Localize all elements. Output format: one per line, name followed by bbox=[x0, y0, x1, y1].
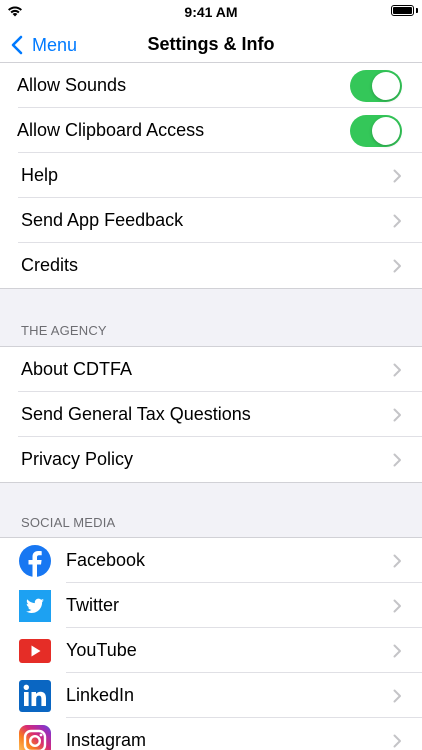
chevron-right-icon bbox=[393, 554, 401, 568]
credits-row[interactable]: Credits bbox=[0, 243, 422, 288]
twitter-label: Twitter bbox=[66, 595, 120, 615]
youtube-icon bbox=[19, 635, 51, 667]
facebook-label: Facebook bbox=[66, 550, 146, 570]
agency-group: About CDTFA Send General Tax Questions P… bbox=[0, 346, 422, 483]
linkedin-icon bbox=[19, 679, 51, 712]
chevron-right-icon bbox=[393, 734, 401, 748]
allow-clipboard-row: Allow Clipboard Access bbox=[0, 108, 422, 153]
privacy-policy-label: Privacy Policy bbox=[21, 449, 134, 469]
chevron-right-icon bbox=[393, 169, 401, 183]
help-label: Help bbox=[21, 165, 59, 185]
navigation-bar: Menu Settings & Info bbox=[0, 24, 422, 66]
credits-label: Credits bbox=[21, 255, 79, 275]
facebook-icon bbox=[19, 544, 51, 577]
battery-icon bbox=[391, 5, 414, 16]
send-tax-questions-label: Send General Tax Questions bbox=[21, 404, 251, 424]
about-cdtfa-label: About CDTFA bbox=[21, 359, 133, 379]
social-section-header: SOCIAL MEDIA bbox=[21, 515, 116, 530]
chevron-right-icon bbox=[393, 408, 401, 422]
send-app-feedback-label: Send App Feedback bbox=[21, 210, 184, 230]
status-time: 9:41 AM bbox=[184, 4, 238, 20]
linkedin-row[interactable]: LinkedIn bbox=[0, 673, 422, 718]
status-bar: 9:41 AM bbox=[0, 0, 422, 24]
chevron-right-icon bbox=[393, 453, 401, 467]
allow-sounds-row: Allow Sounds bbox=[0, 63, 422, 108]
twitter-icon bbox=[19, 589, 51, 622]
send-app-feedback-row[interactable]: Send App Feedback bbox=[0, 198, 422, 243]
chevron-right-icon bbox=[393, 644, 401, 658]
chevron-right-icon bbox=[393, 689, 401, 703]
chevron-right-icon bbox=[393, 214, 401, 228]
allow-sounds-toggle[interactable] bbox=[350, 69, 402, 102]
youtube-row[interactable]: YouTube bbox=[0, 628, 422, 673]
linkedin-label: LinkedIn bbox=[66, 685, 135, 705]
instagram-label: Instagram bbox=[66, 730, 147, 750]
settings-group: Allow Sounds Allow Clipboard Access Help… bbox=[0, 62, 422, 289]
chevron-right-icon bbox=[393, 259, 401, 273]
allow-clipboard-toggle[interactable] bbox=[350, 114, 402, 147]
twitter-row[interactable]: Twitter bbox=[0, 583, 422, 628]
social-group: Facebook Twitter YouTube LinkedIn Instag… bbox=[0, 537, 422, 750]
youtube-label: YouTube bbox=[66, 640, 137, 660]
about-cdtfa-row[interactable]: About CDTFA bbox=[0, 347, 422, 392]
battery-tip bbox=[416, 8, 418, 13]
agency-section-header: THE AGENCY bbox=[21, 323, 107, 338]
privacy-policy-row[interactable]: Privacy Policy bbox=[0, 437, 422, 482]
instagram-row[interactable]: Instagram bbox=[0, 718, 422, 750]
page-title: Settings & Info bbox=[147, 34, 275, 54]
chevron-right-icon bbox=[393, 363, 401, 377]
help-row[interactable]: Help bbox=[0, 153, 422, 198]
facebook-row[interactable]: Facebook bbox=[0, 538, 422, 583]
chevron-right-icon bbox=[393, 599, 401, 613]
send-tax-questions-row[interactable]: Send General Tax Questions bbox=[0, 392, 422, 437]
instagram-icon bbox=[19, 724, 51, 750]
